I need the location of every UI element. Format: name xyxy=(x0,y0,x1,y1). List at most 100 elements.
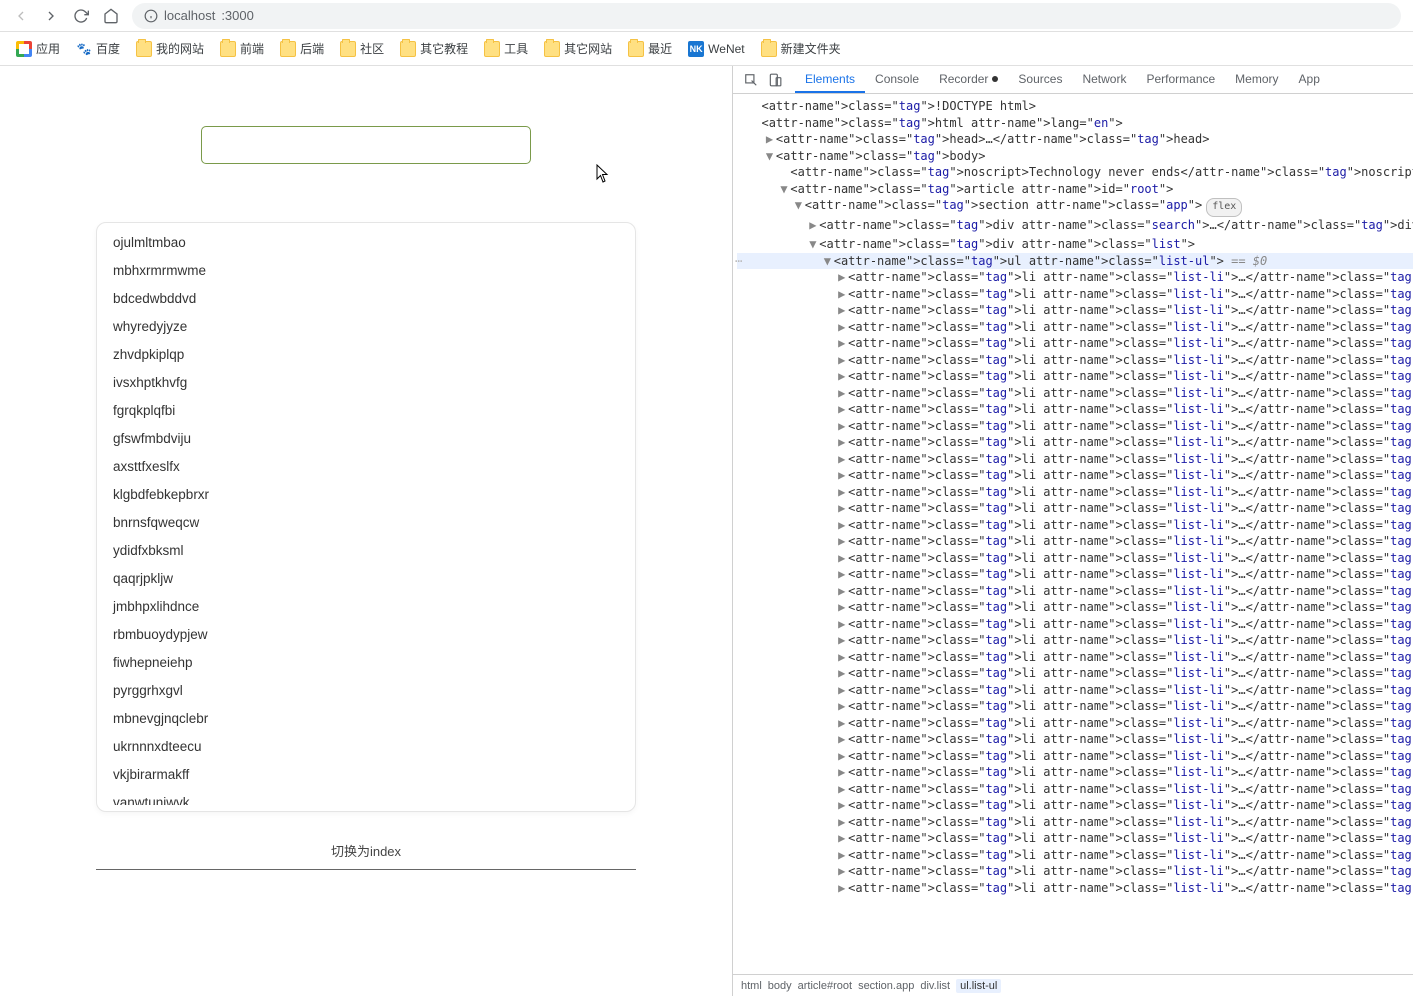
list-item[interactable]: ojulmltmbao xyxy=(111,229,627,257)
toggle-index-button[interactable]: 切换为index xyxy=(96,832,636,870)
dom-node[interactable]: ▼<attr-name">class="tag">body> xyxy=(737,148,1413,165)
search-input[interactable] xyxy=(201,126,531,164)
list-item[interactable]: zhvdpkiplqp xyxy=(111,341,627,369)
list-item[interactable]: klgbdfebkepbrxr xyxy=(111,481,627,509)
dom-node[interactable]: ▼<attr-name">class="tag">section attr-na… xyxy=(737,197,1413,217)
dom-node[interactable]: ▶<attr-name">class="tag">li attr-name">c… xyxy=(737,797,1413,814)
reload-button[interactable] xyxy=(72,7,90,25)
dom-node[interactable]: ▶<attr-name">class="tag">li attr-name">c… xyxy=(737,731,1413,748)
dom-node[interactable]: ▶<attr-name">class="tag">li attr-name">c… xyxy=(737,517,1413,534)
dom-node[interactable]: ▶<attr-name">class="tag">li attr-name">c… xyxy=(737,385,1413,402)
dom-node[interactable]: ▶<attr-name">class="tag">li attr-name">c… xyxy=(737,665,1413,682)
bookmark-folder[interactable]: 其它网站 xyxy=(538,38,618,59)
breadcrumb-item[interactable]: div.list xyxy=(920,980,950,992)
list-item[interactable]: ukrnnnxdteecu xyxy=(111,733,627,761)
list-item[interactable]: gfswfmbdviju xyxy=(111,425,627,453)
dom-node[interactable]: ▶<attr-name">class="tag">li attr-name">c… xyxy=(737,418,1413,435)
list-item[interactable]: fiwhepneiehp xyxy=(111,649,627,677)
breadcrumb-item[interactable]: article#root xyxy=(798,980,852,992)
list-item[interactable]: qaqrjpkljw xyxy=(111,565,627,593)
url-bar[interactable]: localhost:3000 xyxy=(132,3,1401,29)
bookmark-folder[interactable]: 前端 xyxy=(214,38,270,59)
bookmark-newfolder[interactable]: 新建文件夹 xyxy=(755,38,847,59)
list-item[interactable]: ivsxhptkhvfg xyxy=(111,369,627,397)
apps-button[interactable]: 应用 xyxy=(10,38,66,59)
dom-node[interactable]: <attr-name">class="tag">noscript>Technol… xyxy=(737,164,1413,181)
dom-node[interactable]: ▶<attr-name">class="tag">li attr-name">c… xyxy=(737,814,1413,831)
dom-node[interactable]: <attr-name">class="tag">!DOCTYPE html> xyxy=(737,98,1413,115)
devtools-tab-memory[interactable]: Memory xyxy=(1225,66,1288,93)
list-item[interactable]: bnrnsfqweqcw xyxy=(111,509,627,537)
dom-node[interactable]: ▶<attr-name">class="tag">li attr-name">c… xyxy=(737,269,1413,286)
breadcrumb-item[interactable]: body xyxy=(768,980,792,992)
home-button[interactable] xyxy=(102,7,120,25)
device-toggle-button[interactable] xyxy=(763,68,787,92)
dom-node[interactable]: ▶<attr-name">class="tag">li attr-name">c… xyxy=(737,632,1413,649)
breadcrumb-item[interactable]: section.app xyxy=(858,980,914,992)
bookmark-folder[interactable]: 社区 xyxy=(334,38,390,59)
list-item[interactable]: mbnevgjnqclebr xyxy=(111,705,627,733)
list-item[interactable]: vkjbirarmakff xyxy=(111,761,627,789)
bookmark-folder[interactable]: 我的网站 xyxy=(130,38,210,59)
devtools-tab-app[interactable]: App xyxy=(1289,66,1330,93)
dom-node[interactable]: ▶<attr-name">class="tag">li attr-name">c… xyxy=(737,335,1413,352)
list-item[interactable]: pyrggrhxgvl xyxy=(111,677,627,705)
dom-node[interactable]: ▶<attr-name">class="tag">li attr-name">c… xyxy=(737,302,1413,319)
dom-node[interactable]: ▼<attr-name">class="tag">div attr-name">… xyxy=(737,236,1413,253)
dom-node[interactable]: ▶<attr-name">class="tag">li attr-name">c… xyxy=(737,566,1413,583)
dom-node[interactable]: ▶<attr-name">class="tag">div attr-name">… xyxy=(737,217,1413,237)
dom-node[interactable]: ▶<attr-name">class="tag">li attr-name">c… xyxy=(737,599,1413,616)
list-scroll[interactable]: ojulmltmbaombhxrmrmwmebdcedwbddvdwhyredy… xyxy=(111,229,631,805)
dom-node[interactable]: ▶<attr-name">class="tag">li attr-name">c… xyxy=(737,550,1413,567)
dom-node[interactable]: ▶<attr-name">class="tag">li attr-name">c… xyxy=(737,434,1413,451)
inspect-element-button[interactable] xyxy=(739,68,763,92)
list-item[interactable]: axsttfxeslfx xyxy=(111,453,627,481)
devtools-tab-console[interactable]: Console xyxy=(865,66,929,93)
breadcrumb-item[interactable]: ul.list-ul xyxy=(956,979,1001,993)
dom-node[interactable]: ▶<attr-name">class="tag">li attr-name">c… xyxy=(737,880,1413,897)
dom-node[interactable]: ▶<attr-name">class="tag">li attr-name">c… xyxy=(737,847,1413,864)
dom-node[interactable]: ▶<attr-name">class="tag">li attr-name">c… xyxy=(737,352,1413,369)
dom-node[interactable]: ▶<attr-name">class="tag">li attr-name">c… xyxy=(737,286,1413,303)
devtools-tab-performance[interactable]: Performance xyxy=(1136,66,1225,93)
list-item[interactable]: mbhxrmrmwme xyxy=(111,257,627,285)
dom-node[interactable]: ▶<attr-name">class="tag">li attr-name">c… xyxy=(737,500,1413,517)
dom-node[interactable]: ▶<attr-name">class="tag">li attr-name">c… xyxy=(737,401,1413,418)
dom-node[interactable]: ▶<attr-name">class="tag">li attr-name">c… xyxy=(737,533,1413,550)
devtools-tab-recorder[interactable]: Recorder xyxy=(929,66,1008,93)
dom-node[interactable]: ▼<attr-name">class="tag">article attr-na… xyxy=(737,181,1413,198)
back-button[interactable] xyxy=(12,7,30,25)
dom-node[interactable]: ▶<attr-name">class="tag">li attr-name">c… xyxy=(737,863,1413,880)
dom-node[interactable]: <attr-name">class="tag">html attr-name">… xyxy=(737,115,1413,132)
dom-node[interactable]: ▶<attr-name">class="tag">li attr-name">c… xyxy=(737,781,1413,798)
dom-node[interactable]: ▶<attr-name">class="tag">li attr-name">c… xyxy=(737,715,1413,732)
forward-button[interactable] xyxy=(42,7,60,25)
list-item[interactable]: rbmbuoydypjew xyxy=(111,621,627,649)
list-item[interactable]: fgrqkplqfbi xyxy=(111,397,627,425)
breadcrumb-item[interactable]: html xyxy=(741,980,762,992)
devtools-elements-tree[interactable]: <attr-name">class="tag">!DOCTYPE html> <… xyxy=(733,94,1413,974)
dom-node[interactable]: ▶<attr-name">class="tag">li attr-name">c… xyxy=(737,467,1413,484)
bookmark-wenet[interactable]: NKWeNet xyxy=(682,39,750,59)
list-item[interactable]: vanwtuniwvk xyxy=(111,789,627,805)
list-item[interactable]: bdcedwbddvd xyxy=(111,285,627,313)
list-item[interactable]: ydidfxbksml xyxy=(111,537,627,565)
bookmark-folder[interactable]: 最近 xyxy=(622,38,678,59)
list-item[interactable]: jmbhpxlihdnce xyxy=(111,593,627,621)
dom-node[interactable]: ▶<attr-name">class="tag">li attr-name">c… xyxy=(737,649,1413,666)
bookmark-folder[interactable]: 后端 xyxy=(274,38,330,59)
dom-node[interactable]: ▶<attr-name">class="tag">li attr-name">c… xyxy=(737,583,1413,600)
dom-node[interactable]: ▶<attr-name">class="tag">li attr-name">c… xyxy=(737,368,1413,385)
bookmark-folder[interactable]: 工具 xyxy=(478,38,534,59)
dom-node[interactable]: ▶<attr-name">class="tag">li attr-name">c… xyxy=(737,682,1413,699)
dom-node-selected[interactable]: ⋯ ▼<attr-name">class="tag">ul attr-name"… xyxy=(737,253,1413,270)
dom-node[interactable]: ▶<attr-name">class="tag">li attr-name">c… xyxy=(737,748,1413,765)
devtools-tab-network[interactable]: Network xyxy=(1072,66,1136,93)
list-item[interactable]: whyredyjyze xyxy=(111,313,627,341)
devtools-tab-sources[interactable]: Sources xyxy=(1008,66,1072,93)
dom-node[interactable]: ▶<attr-name">class="tag">li attr-name">c… xyxy=(737,616,1413,633)
dom-node[interactable]: ▶<attr-name">class="tag">li attr-name">c… xyxy=(737,830,1413,847)
bookmark-folder[interactable]: 其它教程 xyxy=(394,38,474,59)
dom-node[interactable]: ▶<attr-name">class="tag">li attr-name">c… xyxy=(737,319,1413,336)
dom-node[interactable]: ▶<attr-name">class="tag">head>…</attr-na… xyxy=(737,131,1413,148)
